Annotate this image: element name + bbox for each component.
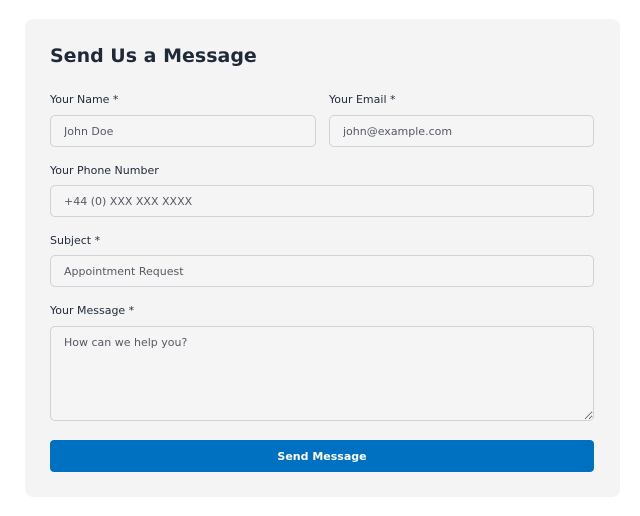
message-textarea[interactable] <box>50 326 594 421</box>
phone-label: Your Phone Number <box>50 164 159 177</box>
name-input[interactable] <box>50 115 316 147</box>
contact-form-card: Send Us a Message Your Name * Your Email… <box>25 19 620 497</box>
send-message-button[interactable]: Send Message <box>50 440 594 472</box>
email-label: Your Email * <box>329 93 396 106</box>
message-label: Your Message * <box>50 304 135 317</box>
phone-input[interactable] <box>50 185 594 217</box>
name-label: Your Name * <box>50 93 119 106</box>
subject-label: Subject * <box>50 234 101 247</box>
email-input[interactable] <box>329 115 594 147</box>
subject-input[interactable] <box>50 255 594 287</box>
form-title: Send Us a Message <box>50 45 257 67</box>
